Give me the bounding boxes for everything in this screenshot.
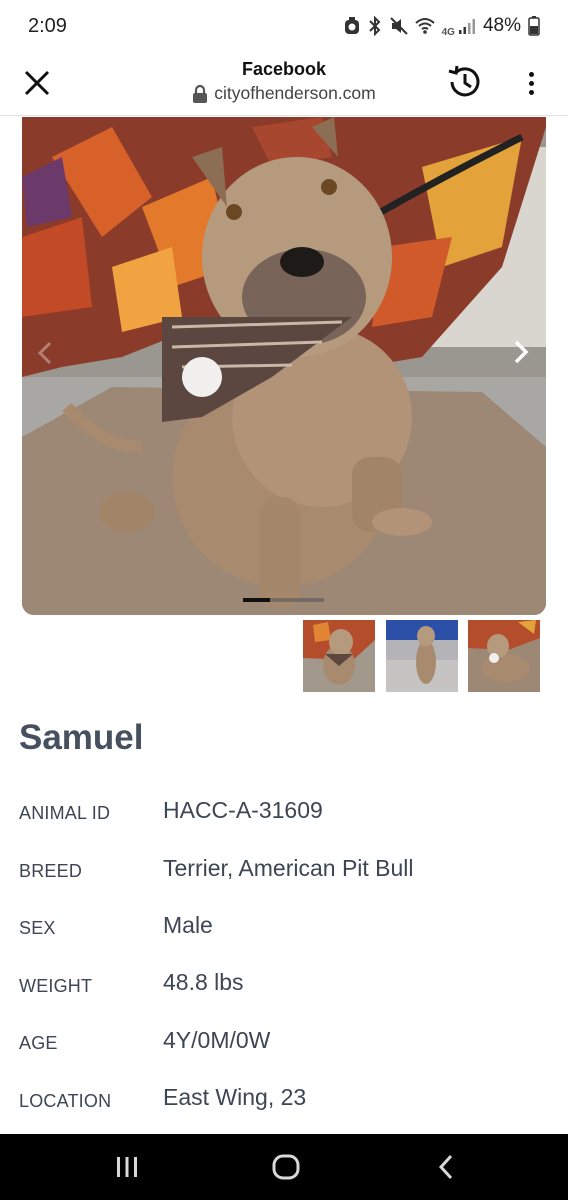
alarm-lock-icon	[344, 17, 359, 34]
gallery-dot	[270, 598, 297, 602]
battery-percent: 48%	[482, 15, 521, 36]
detail-label-animal-id: ANIMAL ID	[19, 803, 111, 823]
detail-value-breed: Terrier, American Pit Bull	[163, 855, 414, 881]
more-vert-dot	[528, 89, 534, 95]
detail-value-location: East Wing, 23	[163, 1084, 307, 1110]
detail-value-sex: Male	[163, 912, 213, 938]
more-options-button[interactable]	[520, 66, 542, 100]
detail-value-weight: 48.8 lbs	[163, 969, 244, 995]
home-button[interactable]	[271, 1152, 301, 1187]
previous-image-button[interactable]	[34, 340, 58, 366]
chevron-right-icon	[514, 340, 529, 364]
system-navigation-bar	[0, 1134, 568, 1200]
thumbnail-3[interactable]	[468, 620, 540, 692]
thumbnail-image	[303, 620, 375, 692]
gallery-dot	[243, 598, 270, 602]
detail-label-age: AGE	[19, 1033, 58, 1053]
detail-label-breed: BREED	[19, 861, 83, 881]
history-button[interactable]	[446, 63, 484, 101]
signal-icon	[458, 19, 475, 34]
history-icon	[448, 65, 480, 97]
status-bar: 2:09 4G 48%	[0, 0, 568, 52]
detail-value-age: 4Y/0M/0W	[163, 1027, 271, 1053]
detail-label-sex: SEX	[19, 918, 56, 938]
thumbnail-2[interactable]	[386, 620, 458, 692]
gallery-indicator	[243, 598, 324, 602]
back-button[interactable]	[434, 1152, 460, 1187]
thumbnail-image	[468, 620, 540, 692]
detail-value-animal-id: HACC-A-31609	[163, 797, 323, 823]
dog-photo	[22, 117, 546, 615]
status-icons: 4G 48%	[344, 15, 540, 38]
network-type: 4G	[441, 26, 455, 38]
main-photo[interactable]	[22, 117, 546, 615]
more-vert-icon	[528, 71, 534, 77]
thumbnail-image	[386, 620, 458, 692]
gallery-dot	[297, 598, 324, 602]
bluetooth-icon	[368, 16, 381, 36]
recents-icon	[117, 1157, 137, 1177]
status-time: 2:09	[28, 14, 67, 37]
recents-button[interactable]	[114, 1152, 140, 1187]
mute-icon	[389, 17, 408, 35]
chevron-left-icon	[37, 341, 52, 365]
animal-name: Samuel	[19, 718, 144, 757]
next-image-button[interactable]	[505, 336, 537, 368]
back-icon	[438, 1154, 453, 1180]
home-icon	[272, 1154, 300, 1180]
browser-toolbar: Facebook cityofhenderson.com	[0, 52, 568, 116]
wifi-icon	[414, 18, 435, 34]
thumbnail-1[interactable]	[303, 620, 375, 692]
detail-label-weight: WEIGHT	[19, 976, 93, 996]
more-vert-dot	[528, 80, 534, 86]
url-text: cityofhenderson.com	[214, 83, 376, 103]
battery-icon	[528, 16, 540, 36]
detail-label-location: LOCATION	[19, 1091, 112, 1111]
lock-icon	[193, 84, 208, 103]
